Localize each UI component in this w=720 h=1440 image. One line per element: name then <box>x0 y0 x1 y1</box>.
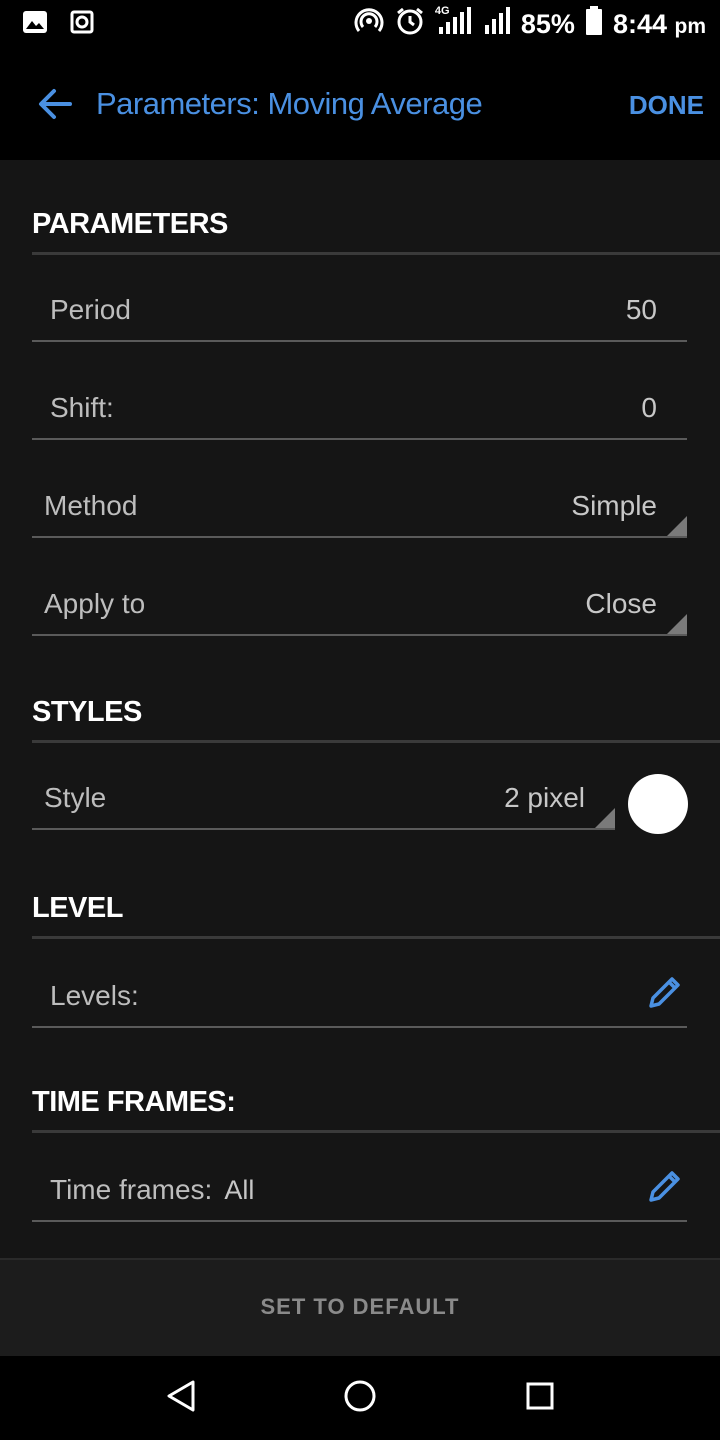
dropdown-arrow-icon <box>595 808 615 828</box>
section-divider <box>32 740 720 743</box>
clock-time: 8:44 <box>612 9 667 39</box>
time-frames-field[interactable]: Time frames: All <box>32 1160 687 1222</box>
method-dropdown[interactable]: Method Simple <box>32 476 687 538</box>
style-color-swatch[interactable] <box>628 774 688 834</box>
done-button[interactable]: DONE <box>629 90 704 121</box>
section-title-time-frames: TIME FRAMES: <box>32 1086 236 1118</box>
network-type-label: 4G <box>434 5 450 17</box>
shift-value[interactable]: 0 <box>641 392 657 424</box>
image-icon <box>22 10 48 39</box>
pencil-icon[interactable] <box>645 972 685 1017</box>
method-label: Method <box>44 490 138 521</box>
clock: 8:44 pm <box>613 9 706 40</box>
section-title-parameters: PARAMETERS <box>32 208 228 240</box>
apply-to-dropdown[interactable]: Apply to Close <box>32 574 687 636</box>
section-title-styles: STYLES <box>32 696 142 728</box>
screenshot-icon <box>70 10 94 39</box>
style-value: 2 pixel <box>504 782 585 813</box>
section-divider <box>32 1130 720 1133</box>
dropdown-arrow-icon <box>667 516 687 536</box>
status-bar: 4G 85% 8:44 pm <box>0 0 720 52</box>
time-frames-label-text: Time frames: <box>50 1174 213 1205</box>
period-label: Period <box>50 294 131 325</box>
section-title-level: LEVEL <box>32 892 123 924</box>
section-divider <box>32 252 720 255</box>
section-divider <box>32 936 720 939</box>
alarm-icon <box>395 6 425 43</box>
hotspot-icon <box>353 6 385 43</box>
style-dropdown[interactable]: Style 2 pixel <box>32 768 615 830</box>
dropdown-arrow-icon <box>667 614 687 634</box>
levels-field[interactable]: Levels: <box>32 966 687 1028</box>
nav-back-icon[interactable] <box>164 1378 198 1419</box>
settings-content[interactable]: PARAMETERS Period 50 Shift: 0 Method Sim… <box>0 160 720 1258</box>
method-value: Simple <box>571 490 657 521</box>
pencil-icon[interactable] <box>645 1166 685 1211</box>
signal-icon <box>483 7 511 42</box>
set-to-default-button[interactable]: SET TO DEFAULT <box>0 1294 720 1320</box>
nav-home-icon[interactable] <box>342 1378 378 1419</box>
shift-field[interactable]: Shift: 0 <box>32 378 687 440</box>
app-bar: Parameters: Moving Average DONE <box>0 52 720 160</box>
time-frames-label: Time frames: All <box>50 1174 254 1206</box>
battery-icon <box>585 6 603 43</box>
apply-to-value: Close <box>585 588 657 619</box>
shift-label: Shift: <box>50 392 114 423</box>
navigation-bar <box>0 1356 720 1440</box>
clock-ampm: pm <box>674 15 707 38</box>
page-title: Parameters: Moving Average <box>96 86 483 121</box>
apply-to-label: Apply to <box>44 588 146 619</box>
nav-recents-icon[interactable] <box>524 1378 556 1419</box>
period-field[interactable]: Period 50 <box>32 280 687 342</box>
battery-percent: 85% <box>520 9 575 39</box>
style-label: Style <box>44 782 107 813</box>
back-arrow-icon[interactable] <box>36 84 76 129</box>
levels-label: Levels: <box>50 980 139 1011</box>
period-value[interactable]: 50 <box>626 294 657 326</box>
signal-icon: 4G <box>434 5 473 42</box>
time-frames-value: All <box>224 1175 255 1205</box>
footer: SET TO DEFAULT <box>0 1260 720 1356</box>
